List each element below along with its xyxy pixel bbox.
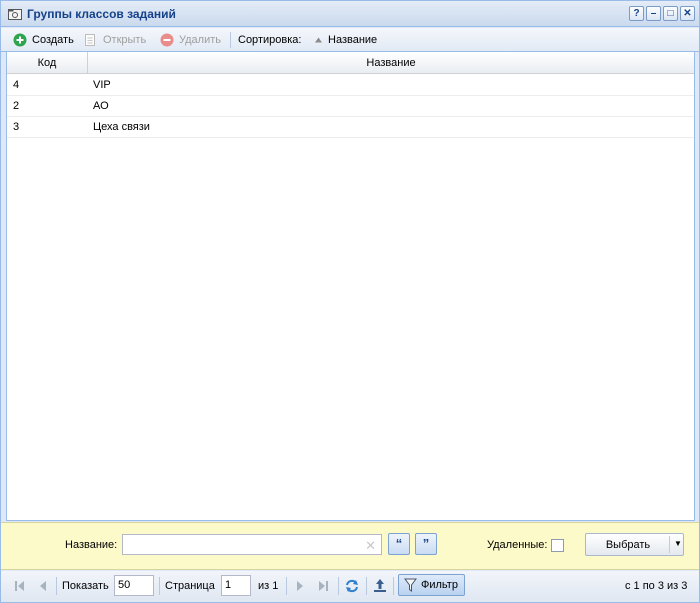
title-bar: Группы классов заданий ? – □ ✕ (1, 1, 699, 27)
cell-code: 4 (13, 79, 20, 91)
pager-divider (338, 577, 339, 595)
select-label: Выбрать (605, 539, 651, 551)
cell-code: 3 (13, 121, 20, 133)
data-grid: Код Название 4 VIP 2 АО 3 Цеха связи (6, 52, 695, 521)
refresh-icon[interactable] (344, 578, 360, 594)
create-button[interactable]: Создать (13, 32, 74, 48)
pager-divider (286, 577, 287, 595)
deleted-label: Удаленные: (487, 539, 548, 551)
cell-name: АО (93, 100, 109, 112)
pager-divider (56, 577, 57, 595)
show-label: Показать (62, 580, 109, 592)
last-page-icon[interactable] (315, 578, 331, 594)
sort-field-label: Название (328, 34, 378, 46)
filter-bar: Название: ✕ “ ” Удаленные: Выбрать ▼ (1, 522, 699, 570)
grid-header: Код Название (7, 52, 694, 74)
window: Группы классов заданий ? – □ ✕ Создать О… (0, 0, 700, 603)
table-row[interactable]: 4 VIP (7, 75, 694, 96)
open-button[interactable]: Открыть (84, 32, 146, 48)
open-icon (85, 34, 95, 47)
first-page-icon[interactable] (12, 578, 28, 594)
clear-icon[interactable]: ✕ (365, 538, 376, 554)
pager-divider (159, 577, 160, 595)
prev-page-icon[interactable] (35, 578, 51, 594)
delete-icon (160, 33, 174, 47)
pager-bar: Показать 50 Страница 1 из 1 Фильтр с 1 п… (1, 571, 699, 602)
cell-name: VIP (93, 79, 111, 91)
quote-open-button[interactable]: “ (388, 533, 410, 555)
sort-asc-icon (315, 37, 322, 43)
page-number-input[interactable]: 1 (221, 575, 251, 596)
filter-icon (404, 578, 417, 592)
create-label: Создать (32, 34, 74, 46)
close-button[interactable]: ✕ (680, 6, 695, 21)
cell-name: Цеха связи (93, 121, 150, 133)
help-button[interactable]: ? (629, 6, 644, 21)
filter-label: Фильтр (421, 579, 458, 591)
split-divider (669, 536, 670, 553)
quote-close-button[interactable]: ” (415, 533, 437, 555)
open-label: Открыть (103, 34, 147, 46)
name-filter-label: Название: (65, 539, 118, 551)
export-icon[interactable] (372, 578, 388, 594)
cell-code: 2 (13, 100, 20, 112)
table-row[interactable]: 3 Цеха связи (7, 117, 694, 138)
page-label: Страница (165, 580, 215, 592)
pager-divider (366, 577, 367, 595)
toolbar: Создать Открыть Удалить Сортировка: Назв… (1, 28, 699, 52)
column-header-name[interactable]: Название (88, 52, 694, 74)
pager-divider (393, 577, 394, 595)
range-info: с 1 по 3 из 3 (625, 580, 688, 592)
select-button[interactable]: Выбрать ▼ (585, 533, 684, 556)
table-row[interactable]: 2 АО (7, 96, 694, 117)
page-size-input[interactable]: 50 (114, 575, 154, 596)
sort-label: Сортировка: (238, 34, 302, 46)
window-title: Группы классов заданий (27, 7, 176, 21)
name-filter-input[interactable]: ✕ (122, 534, 382, 555)
add-icon (13, 33, 27, 47)
sort-field-button[interactable]: Название (314, 32, 377, 48)
maximize-button[interactable]: □ (663, 6, 678, 21)
chevron-down-icon[interactable]: ▼ (674, 539, 682, 548)
filter-button[interactable]: Фильтр (398, 574, 465, 596)
next-page-icon[interactable] (292, 578, 308, 594)
page-count-label: из 1 (258, 580, 279, 592)
window-icon (8, 9, 22, 20)
delete-label: Удалить (179, 34, 221, 46)
delete-button[interactable]: Удалить (160, 32, 221, 48)
column-header-code[interactable]: Код (7, 52, 87, 74)
deleted-checkbox[interactable] (551, 539, 564, 552)
minimize-button[interactable]: – (646, 6, 661, 21)
toolbar-divider (230, 32, 231, 48)
